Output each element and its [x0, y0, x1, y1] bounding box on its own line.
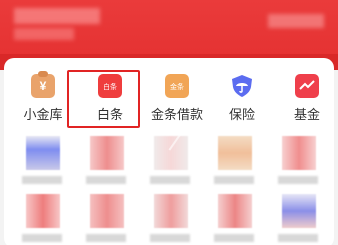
blurred-tile: [90, 136, 124, 170]
blurred-tile-label: [278, 234, 318, 242]
blurred-tile-label: [22, 234, 62, 242]
highlight-box-baitiao: [67, 70, 140, 128]
umbrella-shield-icon: [230, 74, 254, 98]
blurred-tile-label: [86, 176, 126, 184]
blurred-top-right: [268, 14, 324, 28]
jintiao-icon-text: 金条: [170, 84, 184, 91]
blurred-title: [14, 8, 100, 24]
nav-item-fund[interactable]: 基金: [274, 74, 338, 130]
jintiao-icon: 金条: [165, 74, 189, 98]
blurred-content-grid: [4, 126, 334, 245]
blurred-tile-label: [22, 176, 62, 184]
nav-item-label: 金条借款: [150, 107, 203, 122]
app-screen: 小金库 白条 白条 金条 金条借款: [0, 0, 338, 245]
money-bag-icon: [31, 71, 55, 98]
blurred-tile-label: [214, 176, 254, 184]
nav-item-insurance[interactable]: 保险: [209, 74, 275, 130]
blurred-tile: [26, 194, 60, 228]
blurred-tile-label: [214, 234, 254, 242]
fund-chart-icon: [295, 74, 319, 98]
blurred-tile-label: [278, 176, 318, 184]
nav-item-label: 保险: [228, 107, 255, 122]
nav-item-jintiao[interactable]: 金条 金条借款: [144, 74, 210, 130]
blurred-tile-label: [86, 234, 126, 242]
blurred-tile: [26, 136, 60, 170]
blurred-tile: [218, 194, 252, 228]
service-icon-row: 小金库 白条 白条 金条 金条借款: [4, 71, 334, 130]
blurred-subtitle: [14, 28, 74, 40]
nav-item-label: 基金: [293, 107, 320, 122]
blurred-tile-label: [150, 176, 190, 184]
service-card: 小金库 白条 白条 金条 金条借款: [4, 58, 334, 245]
blurred-tile: [282, 194, 316, 228]
blurred-tile-label: [150, 234, 190, 242]
blurred-tile: [282, 136, 316, 170]
blurred-tile: [154, 194, 188, 228]
blurred-tile: [90, 194, 124, 228]
